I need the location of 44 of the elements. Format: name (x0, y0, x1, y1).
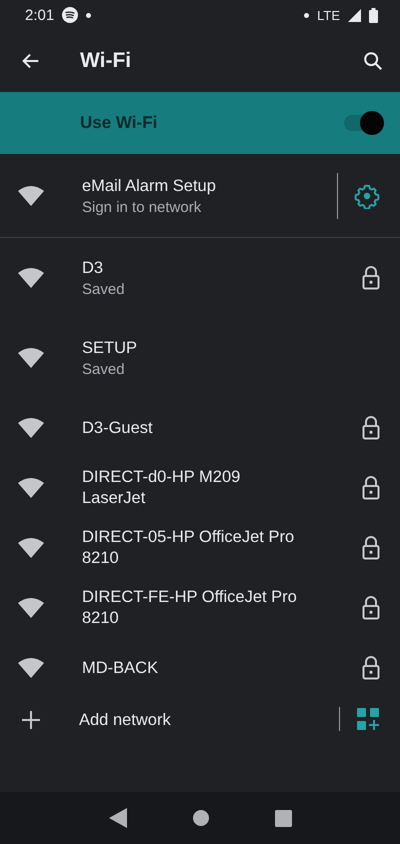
home-button[interactable] (192, 810, 208, 826)
wifi-icon (17, 184, 45, 206)
status-time: 2:01 (25, 6, 54, 24)
notification-dot-icon (86, 12, 92, 18)
wifi-icon (17, 267, 45, 289)
network-status: Saved (82, 281, 126, 298)
qr-code-button[interactable] (356, 707, 380, 731)
page-title: Wi-Fi (80, 49, 132, 73)
wifi-icon (17, 347, 45, 369)
network-row[interactable]: MD-BACK (0, 638, 400, 698)
network-name: DIRECT-05-HP OfficeJet Pro 8210 (82, 527, 296, 569)
network-row[interactable]: SETUP Saved (0, 318, 400, 398)
network-name: D3-Guest (82, 418, 154, 438)
network-name: DIRECT-FE-HP OfficeJet Pro 8210 (82, 587, 298, 629)
network-status: Saved (82, 361, 126, 378)
recents-button[interactable] (274, 810, 292, 826)
switch-label: Use Wi-Fi (80, 113, 158, 133)
network-status: Sign in to network (82, 198, 202, 216)
signal-icon (348, 8, 361, 22)
network-row[interactable]: DIRECT-d0-HP M209 LaserJet (0, 458, 400, 518)
wifi-icon (17, 417, 45, 439)
settings-button[interactable] (354, 182, 380, 208)
wifi-icon (17, 657, 45, 679)
wifi-icon (17, 597, 45, 619)
plus-icon (20, 709, 42, 731)
network-row[interactable]: D3-Guest (0, 398, 400, 458)
wifi-icon (17, 477, 45, 499)
network-name: eMail Alarm Setup (82, 176, 217, 196)
nav-back-button[interactable] (108, 808, 126, 828)
network-name: SETUP (82, 338, 138, 359)
notification-dot-icon (304, 12, 310, 18)
network-row[interactable]: D3 Saved (0, 238, 400, 318)
network-name: DIRECT-d0-HP M209 LaserJet (82, 467, 242, 509)
search-button[interactable] (362, 50, 384, 72)
music-app-icon (62, 7, 78, 23)
network-name: MD-BACK (82, 658, 160, 678)
wifi-icon (17, 537, 45, 559)
network-type: LTE (317, 8, 340, 22)
network-row[interactable]: eMail Alarm Setup Sign in to network (0, 154, 400, 238)
network-row[interactable]: DIRECT-FE-HP OfficeJet Pro 8210 (0, 578, 400, 638)
network-row[interactable]: DIRECT-05-HP OfficeJet Pro 8210 (0, 518, 400, 578)
battery-icon (369, 8, 378, 22)
network-name: D3 (82, 258, 104, 279)
add-network-button[interactable]: Add network (79, 710, 299, 731)
